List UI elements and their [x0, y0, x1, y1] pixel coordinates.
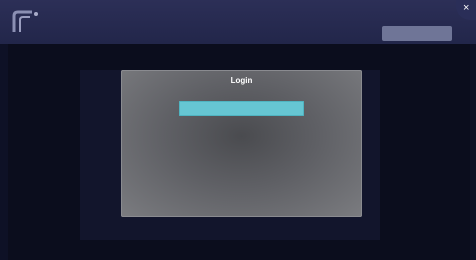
login-button[interactable]	[179, 101, 304, 116]
app-window: × Login	[0, 0, 476, 260]
top-bar	[0, 0, 476, 44]
top-bar-title	[180, 14, 260, 24]
close-icon: ×	[463, 2, 470, 14]
login-dialog: Login	[121, 70, 362, 217]
top-bar-button[interactable]	[382, 26, 452, 41]
login-title: Login	[230, 76, 253, 85]
app-logo-icon[interactable]	[10, 6, 44, 38]
